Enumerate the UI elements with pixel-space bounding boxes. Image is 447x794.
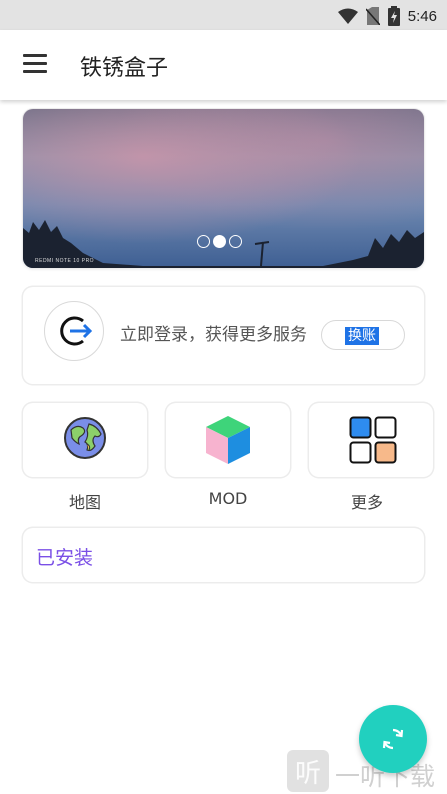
app-bar: 铁锈盒子 [0, 30, 447, 100]
menu-icon[interactable] [23, 54, 47, 76]
carousel-dot[interactable] [197, 235, 210, 248]
switch-account-label: 换账 [345, 327, 379, 345]
globe-icon [64, 417, 106, 459]
installed-card[interactable]: 已安装 [23, 528, 424, 582]
carousel-dot[interactable] [229, 235, 242, 248]
cube-icon [206, 416, 250, 464]
watermark-logo: 听 [287, 750, 329, 792]
banner-watermark: REDMI NOTE 10 PRO [35, 258, 95, 264]
refresh-fab[interactable] [359, 705, 427, 773]
login-icon[interactable] [44, 301, 104, 361]
battery-icon [387, 6, 400, 26]
switch-account-button[interactable]: 换账 [321, 320, 405, 350]
carousel-dot-active[interactable] [213, 235, 226, 248]
banner-carousel[interactable]: REDMI NOTE 10 PRO [23, 109, 424, 268]
status-icons: 5:46 [337, 6, 437, 26]
tile-map[interactable] [23, 403, 147, 477]
wifi-icon [337, 8, 358, 24]
installed-label: 已安装 [36, 547, 94, 569]
carousel-dots [197, 235, 242, 248]
tile-mod[interactable] [166, 403, 290, 477]
tile-more-label: 更多 [350, 493, 383, 512]
status-time: 5:46 [407, 7, 437, 25]
app-title: 铁锈盒子 [80, 56, 169, 81]
tile-more[interactable] [309, 403, 433, 477]
login-prompt[interactable]: 立即登录，获得更多服务 [120, 320, 307, 345]
tile-map-label: 地图 [68, 493, 101, 512]
status-bar: 5:46 [0, 0, 447, 30]
tile-mod-label: MOD [208, 489, 248, 508]
grid-icon [349, 416, 397, 464]
refresh-icon [382, 728, 404, 750]
no-sim-icon [365, 7, 380, 25]
login-card[interactable]: 立即登录，获得更多服务 换账 [23, 287, 424, 384]
login-arrow-icon [60, 316, 93, 346]
